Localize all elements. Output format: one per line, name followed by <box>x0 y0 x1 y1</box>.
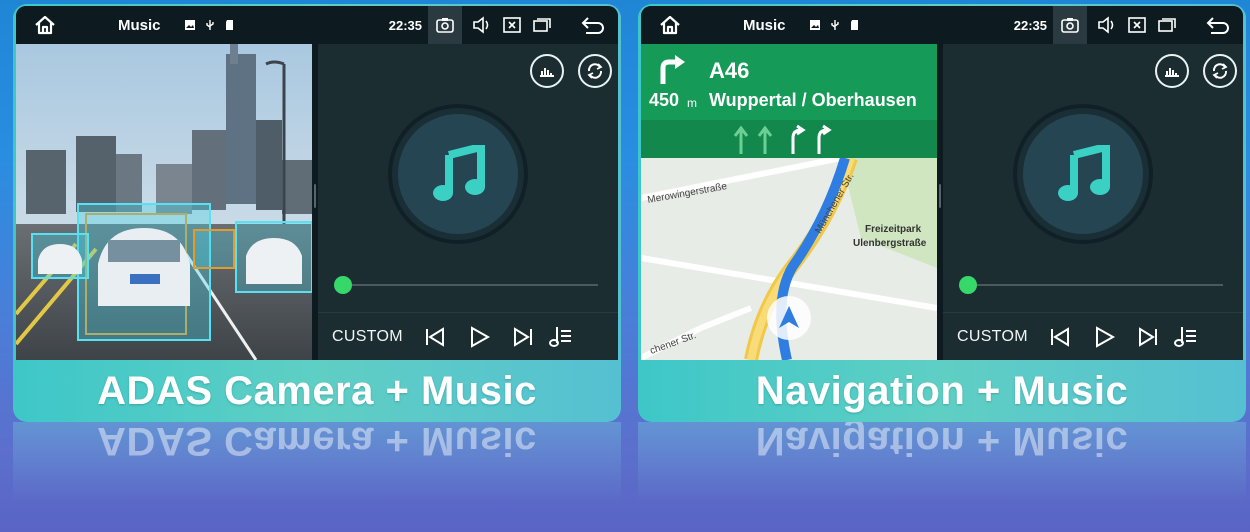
album-art <box>1013 104 1153 244</box>
playback-controls: CUSTOM <box>943 312 1243 360</box>
volume-icon <box>1098 16 1114 34</box>
music-note-icon <box>1058 145 1110 201</box>
navigation-music-panel: Music 22:35 A46 450 m Wuppertal / Oberha… <box>638 4 1246 422</box>
nav-destination: Wuppertal / Oberhausen <box>709 90 917 110</box>
status-bar: Music 22:35 <box>16 6 618 44</box>
progress-knob[interactable] <box>959 276 977 294</box>
lane-arrows <box>733 124 832 154</box>
close-app-button[interactable] <box>502 15 522 35</box>
usb-icon <box>206 20 214 30</box>
volume-button[interactable] <box>1097 15 1117 35</box>
volume-icon <box>473 16 489 34</box>
next-icon[interactable] <box>1136 325 1160 349</box>
close-app-button[interactable] <box>1127 15 1147 35</box>
music-player: CUSTOM <box>943 44 1243 360</box>
app-title: Music <box>743 16 786 34</box>
recent-apps-button[interactable] <box>532 15 552 35</box>
play-icon[interactable] <box>467 325 491 349</box>
lane-guidance <box>641 120 937 158</box>
screenshot-button[interactable] <box>1053 6 1087 44</box>
map-label-poi: Ulenbergstraße <box>853 238 927 249</box>
progress-bar[interactable] <box>965 284 1223 286</box>
play-icon[interactable] <box>1092 325 1116 349</box>
home-icon[interactable] <box>34 15 56 35</box>
status-bar: Music 22:35 <box>641 6 1243 44</box>
image-icon <box>185 20 195 30</box>
album-art <box>388 104 528 244</box>
progress-bar[interactable] <box>340 284 598 286</box>
previous-icon[interactable] <box>423 325 447 349</box>
adas-music-panel: Music 22:35 CUSTOM ADAS Camera + Music <box>13 4 621 422</box>
windows-icon <box>1158 18 1176 32</box>
camera-icon <box>436 18 454 33</box>
car-mid <box>193 229 235 269</box>
playlist-icon[interactable] <box>548 325 573 349</box>
panel-caption: ADAS Camera + Music <box>97 368 537 413</box>
custom-eq-button[interactable]: CUSTOM <box>957 328 1028 346</box>
app-title: Music <box>118 16 161 34</box>
nav-instruction-banner: A46 450 m Wuppertal / Oberhausen <box>641 44 937 120</box>
reflection-text: ADAS Camera + Music <box>97 422 537 463</box>
screenshot-button[interactable] <box>428 6 462 44</box>
repeat-icon <box>1212 63 1228 79</box>
car-center <box>77 203 211 341</box>
back-icon[interactable] <box>1205 15 1231 35</box>
music-note-icon <box>433 145 485 201</box>
windows-icon <box>533 18 551 32</box>
clock: 22:35 <box>1013 17 1047 33</box>
navigation-view[interactable]: A46 450 m Wuppertal / Oberhausen Merowin… <box>641 44 937 360</box>
repeat-icon <box>587 63 603 79</box>
nav-road-name: A46 <box>709 58 750 83</box>
nav-map[interactable]: Merowingerstraße Münchener Str. chener S… <box>641 158 937 360</box>
repeat-button[interactable] <box>1203 54 1237 88</box>
map-label-poi: Freizeitpark <box>865 224 922 235</box>
previous-icon[interactable] <box>1048 325 1072 349</box>
sd-card-icon <box>226 20 233 30</box>
usb-icon <box>831 20 839 30</box>
playlist-icon[interactable] <box>1173 325 1198 349</box>
equalizer-button[interactable] <box>530 54 564 88</box>
clock: 22:35 <box>388 17 422 33</box>
adas-scene <box>16 44 312 360</box>
car-left <box>31 233 89 279</box>
head-unit-screen: Music 22:35 CUSTOM <box>16 6 618 360</box>
caption-reflection: ADAS Camera + Music <box>13 422 621 502</box>
close-box-icon <box>1128 17 1146 33</box>
next-icon[interactable] <box>511 325 535 349</box>
camera-icon <box>1061 18 1079 33</box>
nav-distance-unit: m <box>687 96 697 110</box>
reflection-text: Navigation + Music <box>755 422 1129 463</box>
custom-eq-button[interactable]: CUSTOM <box>332 328 403 346</box>
caption-reflection: Navigation + Music <box>638 422 1246 502</box>
back-icon[interactable] <box>580 15 606 35</box>
volume-button[interactable] <box>472 15 492 35</box>
close-box-icon <box>503 17 521 33</box>
panel-caption: Navigation + Music <box>755 368 1129 413</box>
nav-distance: 450 <box>649 90 680 110</box>
car-right <box>235 221 312 293</box>
home-icon[interactable] <box>659 15 681 35</box>
progress-knob[interactable] <box>334 276 352 294</box>
playback-controls: CUSTOM <box>318 312 618 360</box>
image-icon <box>810 20 820 30</box>
equalizer-icon <box>1165 68 1179 77</box>
adas-camera-view[interactable] <box>16 44 312 360</box>
equalizer-button[interactable] <box>1155 54 1189 88</box>
recent-apps-button[interactable] <box>1157 15 1177 35</box>
turn-right-icon <box>660 55 685 84</box>
equalizer-icon <box>540 68 554 77</box>
repeat-button[interactable] <box>578 54 612 88</box>
music-player: CUSTOM <box>318 44 618 360</box>
sd-card-icon <box>851 20 858 30</box>
head-unit-screen: Music 22:35 A46 450 m Wuppertal / Oberha… <box>641 6 1243 360</box>
